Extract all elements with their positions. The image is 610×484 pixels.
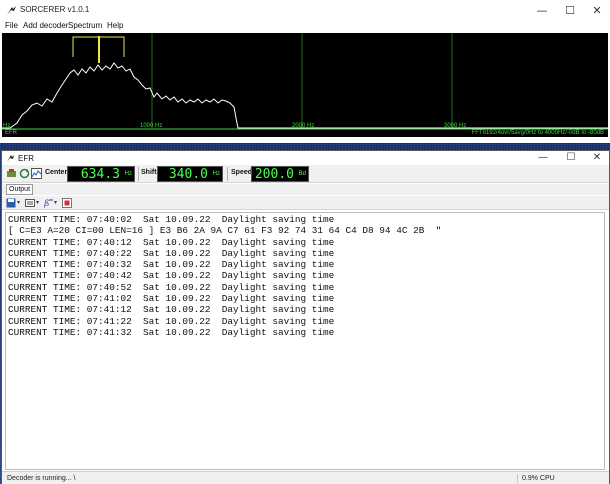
status-divider: [517, 474, 518, 483]
toolbar-separator: [138, 167, 139, 181]
main-window-title: SORCERER v1.0.1: [20, 5, 90, 14]
efr-window-title: EFR: [18, 154, 34, 163]
shift-unit: Hz: [212, 171, 220, 177]
display-dropdown-chevron-icon[interactable]: ▾: [36, 199, 39, 206]
main-titlebar[interactable]: SORCERER v1.0.1 — ☐ ✕: [0, 0, 610, 22]
menu-file[interactable]: File: [5, 21, 18, 30]
tick-label-3000: 3000 Hz: [444, 123, 467, 129]
save-dropdown-chevron-icon[interactable]: ▾: [17, 199, 20, 206]
font-icon[interactable]: ß: [44, 198, 54, 208]
menu-add-decoder[interactable]: Add decoder: [23, 21, 68, 30]
decoder-status: Decoder is running... \: [7, 475, 76, 482]
decoder-toolbar: Center 634.3 Hz Shift 340.0 Hz Speed 200…: [2, 165, 609, 183]
minimize-button[interactable]: —: [529, 0, 555, 22]
clear-icon[interactable]: [62, 198, 72, 208]
settings-icon[interactable]: [6, 168, 17, 179]
log-line: [ C=E3 A=20 CI=00 LEN=16 ] E3 B6 2A 9A C…: [8, 225, 442, 237]
tab-bar: Output: [2, 184, 609, 195]
shift-display[interactable]: 340.0 Hz: [157, 166, 223, 182]
tick-label-1000: 1000 Hz: [140, 123, 163, 129]
status-bar: Decoder is running... \ 0.9% CPU: [2, 471, 609, 484]
output-toolbar: ▾ ▾ ß ▾: [2, 196, 609, 210]
log-line: CURRENT TIME: 07:40:02 Sat 10.09.22 Dayl…: [8, 214, 335, 225]
menubar: File Add decoder Spectrum Help: [0, 20, 610, 32]
efr-maximize-button[interactable]: ☐: [558, 151, 584, 165]
spectrum-plot: [2, 33, 608, 130]
maximize-button[interactable]: ☐: [557, 0, 583, 22]
speed-unit: Bd: [298, 171, 306, 177]
main-window: SORCERER v1.0.1 — ☐ ✕ File Add decoder S…: [0, 0, 610, 143]
sorcerer-app-icon: [7, 6, 16, 15]
close-button[interactable]: ✕: [584, 0, 610, 22]
speed-label: Speed: [231, 169, 253, 176]
menu-help[interactable]: Help: [107, 21, 123, 30]
log-line: CURRENT TIME: 07:41:22 Sat 10.09.22 Dayl…: [8, 315, 335, 327]
log-line: CURRENT TIME: 07:40:12 Sat 10.09.22 Dayl…: [8, 236, 335, 248]
svg-text:ß: ß: [44, 199, 49, 208]
log-line: CURRENT TIME: 07:41:12 Sat 10.09.22 Dayl…: [8, 304, 335, 316]
save-icon[interactable]: [6, 198, 16, 208]
log-line: CURRENT TIME: 07:41:02 Sat 10.09.22 Dayl…: [8, 293, 335, 305]
shift-label: Shift: [141, 169, 157, 176]
spectrum-display[interactable]: Hz 1000 Hz 2000 Hz 3000 Hz EFR FFT8192/4…: [2, 33, 608, 137]
menu-spectrum[interactable]: Spectrum: [68, 21, 102, 30]
refresh-icon[interactable]: [19, 168, 30, 179]
spectrum-view-icon[interactable]: [31, 168, 42, 179]
center-frequency-display[interactable]: 634.3 Hz: [67, 166, 135, 182]
efr-app-icon: [7, 155, 14, 162]
tick-label-2000: 2000 Hz: [292, 123, 315, 129]
speed-display[interactable]: 200.0 Bd: [251, 166, 309, 182]
output-log[interactable]: CURRENT TIME: 07:40:02 Sat 10.09.22 Dayl…: [5, 212, 605, 470]
efr-titlebar[interactable]: EFR — ☐ ✕: [2, 151, 609, 165]
efr-window: EFR — ☐ ✕ Center 634.3 Hz Shift 340.0 Hz…: [1, 150, 610, 484]
efr-minimize-button[interactable]: —: [530, 151, 556, 165]
tick-label-left: Hz: [3, 123, 11, 129]
log-line: CURRENT TIME: 07:40:42 Sat 10.09.22 Dayl…: [8, 270, 335, 282]
spectrum-decoder-label: EFR: [5, 130, 17, 136]
tab-output[interactable]: Output: [6, 184, 34, 195]
font-dropdown-chevron-icon[interactable]: ▾: [54, 199, 57, 206]
center-value: 634.3: [80, 167, 120, 182]
log-line: CURRENT TIME: 07:41:32 Sat 10.09.22 Dayl…: [8, 326, 335, 338]
toolbar-separator: [227, 167, 228, 181]
cpu-usage: 0.9% CPU: [522, 475, 555, 482]
log-line: CURRENT TIME: 07:40:32 Sat 10.09.22 Dayl…: [8, 259, 335, 271]
fft-settings-label: FFT8192/4ovr/5avg/0Hz to 4000Hz/-0dB to …: [471, 130, 604, 136]
display-options-icon[interactable]: [25, 198, 35, 208]
efr-close-button[interactable]: ✕: [584, 151, 610, 165]
center-unit: Hz: [124, 171, 132, 177]
center-label: Center: [45, 169, 68, 176]
spectrum-trace: [2, 62, 608, 129]
shift-value: 340.0: [168, 167, 208, 182]
log-line: CURRENT TIME: 07:40:52 Sat 10.09.22 Dayl…: [8, 281, 335, 293]
log-line: CURRENT TIME: 07:40:22 Sat 10.09.22 Dayl…: [8, 247, 335, 259]
speed-value: 200.0: [254, 167, 294, 182]
